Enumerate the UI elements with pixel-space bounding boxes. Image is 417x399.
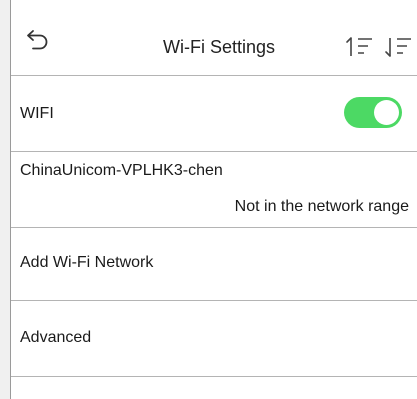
- divider: [11, 376, 417, 377]
- screen: Wi-Fi Settings WIFI ChinaUnicom-VPLHK3-c…: [0, 0, 417, 399]
- header-bar: Wi-Fi Settings: [11, 10, 417, 70]
- add-wifi-network-item[interactable]: Add Wi-Fi Network: [11, 228, 417, 300]
- sort-descending-icon: [385, 38, 411, 57]
- sort-descending-button[interactable]: [383, 34, 417, 60]
- back-button[interactable]: [23, 26, 55, 54]
- settings-panel: Wi-Fi Settings WIFI ChinaUnicom-VPLHK3-c…: [10, 0, 417, 399]
- add-wifi-network-label: Add Wi-Fi Network: [20, 254, 154, 271]
- wifi-toggle-switch[interactable]: [344, 97, 402, 128]
- page-title: Wi-Fi Settings: [162, 37, 276, 57]
- back-arrow-icon: [27, 30, 48, 50]
- toggle-knob: [374, 100, 399, 125]
- advanced-label: Advanced: [20, 329, 92, 346]
- sort-ascending-icon: [346, 37, 372, 56]
- sort-ascending-button[interactable]: [344, 34, 376, 60]
- network-status: Not in the network range: [234, 198, 409, 215]
- advanced-item[interactable]: Advanced: [11, 301, 417, 376]
- network-ssid: ChinaUnicom-VPLHK3-chen: [20, 162, 223, 179]
- wifi-label: WIFI: [20, 105, 54, 122]
